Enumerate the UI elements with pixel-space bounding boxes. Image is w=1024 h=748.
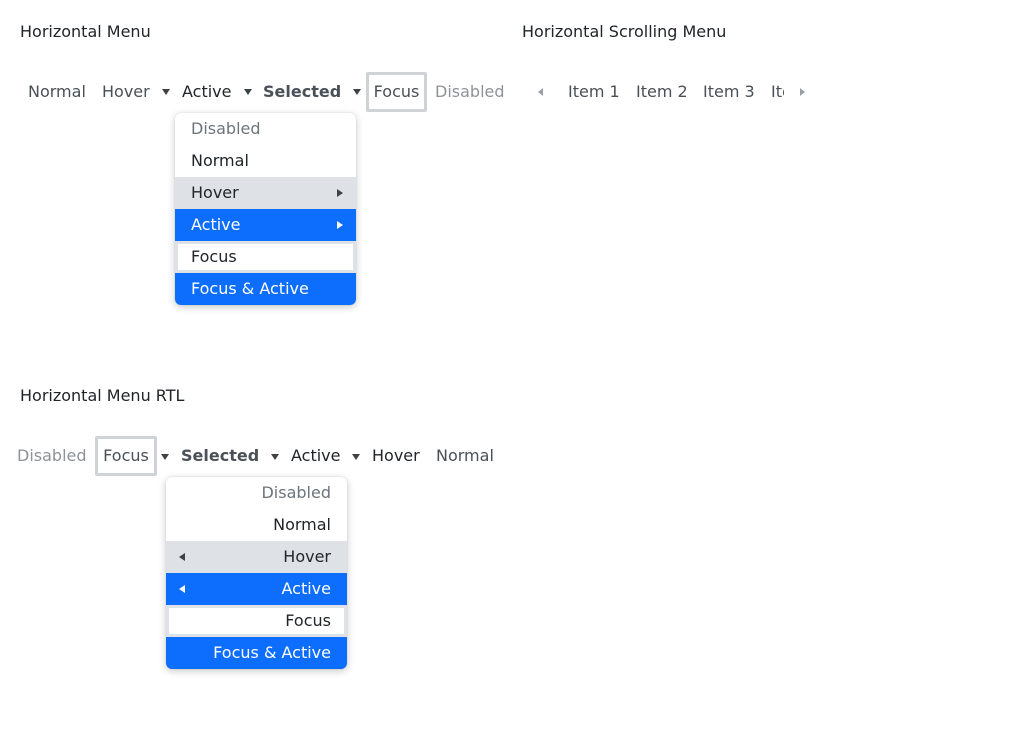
dropdown-item-focus-active[interactable]: Focus & Active — [175, 273, 356, 305]
dropdown-item-normal[interactable]: Normal — [166, 509, 347, 541]
dropdown-item-label: Normal — [191, 151, 249, 170]
menu-item-label: Normal — [436, 446, 494, 465]
menu-item-selected[interactable]: Selected — [263, 72, 362, 112]
menu-item-label: Hover — [372, 446, 420, 465]
dropdown-item-label: Active — [191, 215, 241, 234]
dropdown-item-label: Focus & Active — [191, 279, 309, 298]
dropdown-item-label: Normal — [273, 515, 331, 534]
menu-item-focus[interactable]: Focus — [95, 436, 157, 476]
menu-item-hover[interactable]: Hover — [372, 436, 420, 476]
chevron-right-icon — [337, 221, 343, 229]
dropdown-item-focus[interactable]: Focus — [175, 241, 356, 273]
scroll-menu-item[interactable]: Item 2 — [636, 72, 688, 112]
menu-item-hover[interactable]: Hover — [102, 72, 170, 112]
menu-item-disabled: Disabled — [435, 72, 505, 112]
scroll-menu-item-label: Item 4 — [771, 82, 784, 101]
dropdown-item-label: Hover — [191, 183, 239, 202]
dropdown-item-label: Disabled — [191, 119, 261, 138]
menu-item-label: Disabled — [17, 446, 87, 465]
chevron-down-icon — [352, 454, 360, 460]
menu-item-selected[interactable]: Selected — [181, 436, 259, 476]
menu-item-label: Selected — [181, 446, 260, 465]
menu-item-active[interactable]: Active — [291, 436, 341, 476]
chevron-right-icon — [337, 189, 343, 197]
menu-item-label: Focus — [103, 446, 149, 465]
menu-item-focus[interactable]: Focus — [366, 72, 427, 112]
dropdown-item-active[interactable]: Active — [166, 573, 347, 605]
scroll-menu-item[interactable]: Item 1 — [568, 72, 620, 112]
scroll-right-icon[interactable] — [800, 88, 805, 96]
dropdown-item-disabled: Disabled — [175, 113, 356, 145]
horizontal-menu-title: Horizontal Menu — [20, 22, 151, 41]
horizontal-menu-rtl-title: Horizontal Menu RTL — [20, 386, 185, 405]
dropdown-item-label: Focus & Active — [213, 643, 331, 662]
menu-item-label: Selected — [263, 82, 342, 101]
dropdown-item-label: Disabled — [261, 483, 331, 502]
dropdown-item-normal[interactable]: Normal — [175, 145, 356, 177]
menu-item-label: Active — [291, 446, 341, 465]
chevron-left-icon — [179, 585, 185, 593]
dropdown-item-label: Hover — [283, 547, 331, 566]
horizontal-scrolling-menu-title: Horizontal Scrolling Menu — [522, 22, 727, 41]
scroll-menu-item[interactable]: Item 3 — [703, 72, 755, 112]
scroll-menu-item[interactable]: Item 4 — [771, 72, 784, 112]
menu-item-disabled: Disabled — [17, 436, 87, 476]
dropdown-item-focus[interactable]: Focus — [166, 605, 347, 637]
menu-item-label: Normal — [28, 82, 86, 101]
menu-item-active[interactable]: Active — [182, 72, 252, 112]
menu-item-label: Focus — [373, 82, 420, 101]
dropdown-item-active[interactable]: Active — [175, 209, 356, 241]
menu-item-normal[interactable]: Normal — [28, 72, 86, 112]
dropdown-item-label: Active — [281, 579, 332, 598]
dropdown-item-hover[interactable]: Hover — [175, 177, 356, 209]
scroll-menu-item-label: Item 2 — [636, 82, 688, 101]
scroll-menu-item-label: Item 1 — [568, 82, 620, 101]
menu-item-normal[interactable]: Normal — [436, 436, 494, 476]
dropdown-item-label: Focus — [191, 247, 237, 266]
dropdown-item-disabled: Disabled — [166, 477, 347, 509]
dropdown-item-hover[interactable]: Hover — [166, 541, 347, 573]
scroll-left-icon[interactable] — [538, 88, 543, 96]
chevron-down-icon — [161, 454, 169, 460]
dropdown-menu: Disabled Normal Hover Active Focus Focus… — [175, 113, 356, 305]
scrolling-menu-viewport: Item 1 Item 2 Item 3 Item 4 — [552, 72, 784, 112]
chevron-down-icon — [161, 89, 170, 95]
chevron-down-icon — [271, 454, 279, 460]
menu-item-label: Disabled — [435, 82, 505, 101]
chevron-left-icon — [179, 553, 185, 561]
scroll-menu-item-label: Item 3 — [703, 82, 755, 101]
chevron-down-icon — [353, 89, 362, 95]
menu-item-label: Hover — [102, 82, 150, 101]
dropdown-menu: Disabled Normal Hover Active Focus Focus… — [166, 477, 347, 669]
dropdown-item-label: Focus — [285, 611, 331, 630]
chevron-down-icon — [243, 89, 252, 95]
dropdown-item-focus-active[interactable]: Focus & Active — [166, 637, 347, 669]
menu-item-label: Active — [182, 82, 232, 101]
